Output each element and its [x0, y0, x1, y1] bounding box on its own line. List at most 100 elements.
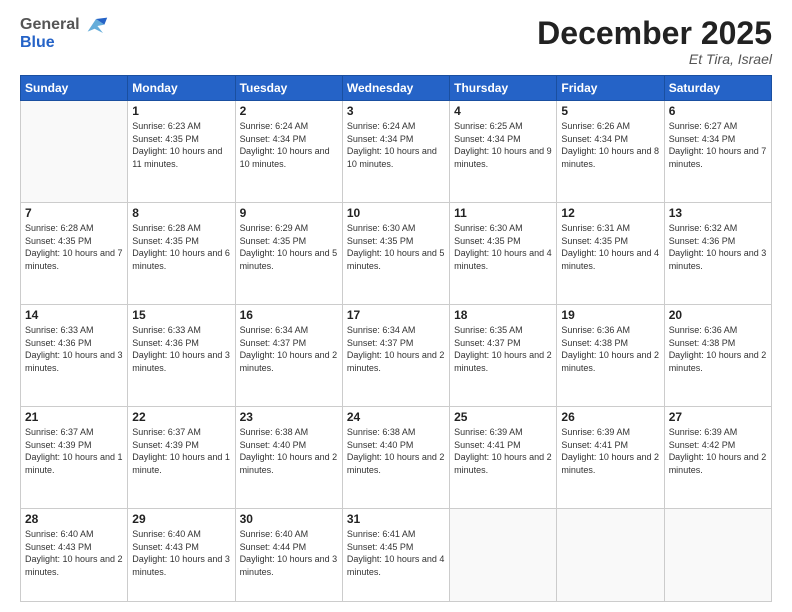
- day-info-line: Sunset: 4:43 PM: [25, 541, 123, 554]
- day-info-line: Sunrise: 6:40 AM: [240, 528, 338, 541]
- day-number: 19: [561, 308, 659, 322]
- day-info-line: Daylight: 10 hours and 2 minutes.: [347, 451, 445, 476]
- calendar-cell: 9Sunrise: 6:29 AMSunset: 4:35 PMDaylight…: [235, 203, 342, 305]
- calendar-cell: 1Sunrise: 6:23 AMSunset: 4:35 PMDaylight…: [128, 101, 235, 203]
- day-number: 13: [669, 206, 767, 220]
- calendar-cell: 25Sunrise: 6:39 AMSunset: 4:41 PMDayligh…: [450, 407, 557, 509]
- day-info-line: Daylight: 10 hours and 2 minutes.: [240, 451, 338, 476]
- calendar-week-row: 14Sunrise: 6:33 AMSunset: 4:36 PMDayligh…: [21, 305, 772, 407]
- calendar-cell: 27Sunrise: 6:39 AMSunset: 4:42 PMDayligh…: [664, 407, 771, 509]
- calendar-cell: 22Sunrise: 6:37 AMSunset: 4:39 PMDayligh…: [128, 407, 235, 509]
- day-info-line: Sunset: 4:35 PM: [240, 235, 338, 248]
- calendar-cell: [664, 509, 771, 602]
- logo: General Blue: [20, 16, 110, 51]
- day-number: 14: [25, 308, 123, 322]
- day-info-line: Sunset: 4:34 PM: [347, 133, 445, 146]
- day-info-line: Sunrise: 6:37 AM: [25, 426, 123, 439]
- day-info-line: Sunset: 4:37 PM: [347, 337, 445, 350]
- day-number: 24: [347, 410, 445, 424]
- day-info-line: Sunrise: 6:26 AM: [561, 120, 659, 133]
- day-info: Sunrise: 6:28 AMSunset: 4:35 PMDaylight:…: [25, 222, 123, 272]
- day-info-line: Sunset: 4:34 PM: [454, 133, 552, 146]
- calendar-cell: 16 Sunrise: 6:34 AMSunset: 4:37 PMDayligh…: [235, 305, 342, 407]
- day-info-line: Sunset: 4:34 PM: [669, 133, 767, 146]
- day-number: 5: [561, 104, 659, 118]
- day-info-line: Sunset: 4:39 PM: [132, 439, 230, 452]
- day-number: 18: [454, 308, 552, 322]
- day-info-line: Sunrise: 6:34 AM: [240, 324, 338, 337]
- day-info-line: Sunrise: 6:30 AM: [347, 222, 445, 235]
- day-info-line: Daylight: 10 hours and 3 minutes.: [669, 247, 767, 272]
- day-info-line: Sunset: 4:44 PM: [240, 541, 338, 554]
- day-info-line: Daylight: 10 hours and 4 minutes.: [347, 553, 445, 578]
- day-info-line: Sunset: 4:37 PM: [240, 337, 338, 350]
- day-info-line: Sunrise: 6:39 AM: [561, 426, 659, 439]
- day-info: Sunrise: 6:34 AMSunset: 4:37 PMDaylight:…: [240, 324, 338, 374]
- calendar-cell: 17 Sunrise: 6:34 AMSunset: 4:37 PMDayligh…: [342, 305, 449, 407]
- day-info-line: Sunrise: 6:41 AM: [347, 528, 445, 541]
- calendar-cell: 30 Sunrise: 6:40 AMSunset: 4:44 PMDayligh…: [235, 509, 342, 602]
- day-info-line: Sunrise: 6:32 AM: [669, 222, 767, 235]
- calendar-header-friday: Friday: [557, 76, 664, 101]
- calendar-cell: 11Sunrise: 6:30 AMSunset: 4:35 PMDayligh…: [450, 203, 557, 305]
- calendar-header-sunday: Sunday: [21, 76, 128, 101]
- day-number: 16: [240, 308, 338, 322]
- calendar-cell: 19Sunrise: 6:36 AMSunset: 4:38 PMDayligh…: [557, 305, 664, 407]
- logo-blue: Blue: [20, 34, 80, 52]
- day-info-line: Sunrise: 6:38 AM: [240, 426, 338, 439]
- day-info: Sunrise: 6:38 AMSunset: 4:40 PMDaylight:…: [240, 426, 338, 476]
- calendar-cell: 31Sunrise: 6:41 AMSunset: 4:45 PMDayligh…: [342, 509, 449, 602]
- day-number: 15: [132, 308, 230, 322]
- day-info-line: Sunrise: 6:39 AM: [669, 426, 767, 439]
- day-info-line: Daylight: 10 hours and 6 minutes.: [132, 247, 230, 272]
- day-number: 17: [347, 308, 445, 322]
- day-number: 4: [454, 104, 552, 118]
- calendar-cell: 13Sunrise: 6:32 AMSunset: 4:36 PMDayligh…: [664, 203, 771, 305]
- day-info-line: Sunset: 4:38 PM: [561, 337, 659, 350]
- day-info: Sunrise: 6:33 AMSunset: 4:36 PMDaylight:…: [132, 324, 230, 374]
- day-number: 31: [347, 512, 445, 526]
- day-info-line: Sunset: 4:35 PM: [132, 133, 230, 146]
- calendar-cell: 6Sunrise: 6:27 AMSunset: 4:34 PMDaylight…: [664, 101, 771, 203]
- logo-bird-icon: [82, 12, 110, 40]
- day-info-line: Sunrise: 6:33 AM: [132, 324, 230, 337]
- day-info: Sunrise: 6:30 AMSunset: 4:35 PMDaylight:…: [454, 222, 552, 272]
- day-info: Sunrise: 6:31 AMSunset: 4:35 PMDaylight:…: [561, 222, 659, 272]
- day-info: Sunrise: 6:34 AMSunset: 4:37 PMDaylight:…: [347, 324, 445, 374]
- day-info: Sunrise: 6:36 AMSunset: 4:38 PMDaylight:…: [669, 324, 767, 374]
- calendar-cell: 10Sunrise: 6:30 AMSunset: 4:35 PMDayligh…: [342, 203, 449, 305]
- day-info: Sunrise: 6:40 AMSunset: 4:44 PMDaylight:…: [240, 528, 338, 578]
- calendar-cell: 14Sunrise: 6:33 AMSunset: 4:36 PMDayligh…: [21, 305, 128, 407]
- calendar-cell: [450, 509, 557, 602]
- calendar-cell: [21, 101, 128, 203]
- day-info-line: Daylight: 10 hours and 4 minutes.: [561, 247, 659, 272]
- day-number: 26: [561, 410, 659, 424]
- calendar-cell: 8Sunrise: 6:28 AMSunset: 4:35 PMDaylight…: [128, 203, 235, 305]
- calendar-header-tuesday: Tuesday: [235, 76, 342, 101]
- location: Et Tira, Israel: [537, 51, 772, 67]
- day-info-line: Sunrise: 6:23 AM: [132, 120, 230, 133]
- day-info: Sunrise: 6:40 AMSunset: 4:43 PMDaylight:…: [132, 528, 230, 578]
- calendar-header-thursday: Thursday: [450, 76, 557, 101]
- day-info-line: Daylight: 10 hours and 2 minutes.: [347, 349, 445, 374]
- day-info-line: Daylight: 10 hours and 3 minutes.: [132, 553, 230, 578]
- day-info-line: Sunset: 4:34 PM: [240, 133, 338, 146]
- day-info-line: Daylight: 10 hours and 1 minute.: [132, 451, 230, 476]
- day-number: 30: [240, 512, 338, 526]
- calendar-header-wednesday: Wednesday: [342, 76, 449, 101]
- day-number: 25: [454, 410, 552, 424]
- calendar-cell: 18Sunrise: 6:35 AMSunset: 4:37 PMDayligh…: [450, 305, 557, 407]
- calendar-table: SundayMondayTuesdayWednesdayThursdayFrid…: [20, 75, 772, 602]
- day-info-line: Sunrise: 6:24 AM: [240, 120, 338, 133]
- day-info-line: Daylight: 10 hours and 7 minutes.: [669, 145, 767, 170]
- day-info-line: Daylight: 10 hours and 2 minutes.: [561, 451, 659, 476]
- day-info-line: Sunrise: 6:39 AM: [454, 426, 552, 439]
- day-info-line: Daylight: 10 hours and 7 minutes.: [25, 247, 123, 272]
- day-info-line: Daylight: 10 hours and 1 minute.: [25, 451, 123, 476]
- calendar-week-row: 7Sunrise: 6:28 AMSunset: 4:35 PMDaylight…: [21, 203, 772, 305]
- day-info-line: Sunset: 4:36 PM: [25, 337, 123, 350]
- day-info-line: Daylight: 10 hours and 2 minutes.: [669, 349, 767, 374]
- day-number: 23: [240, 410, 338, 424]
- day-info: Sunrise: 6:28 AMSunset: 4:35 PMDaylight:…: [132, 222, 230, 272]
- day-info-line: Sunrise: 6:38 AM: [347, 426, 445, 439]
